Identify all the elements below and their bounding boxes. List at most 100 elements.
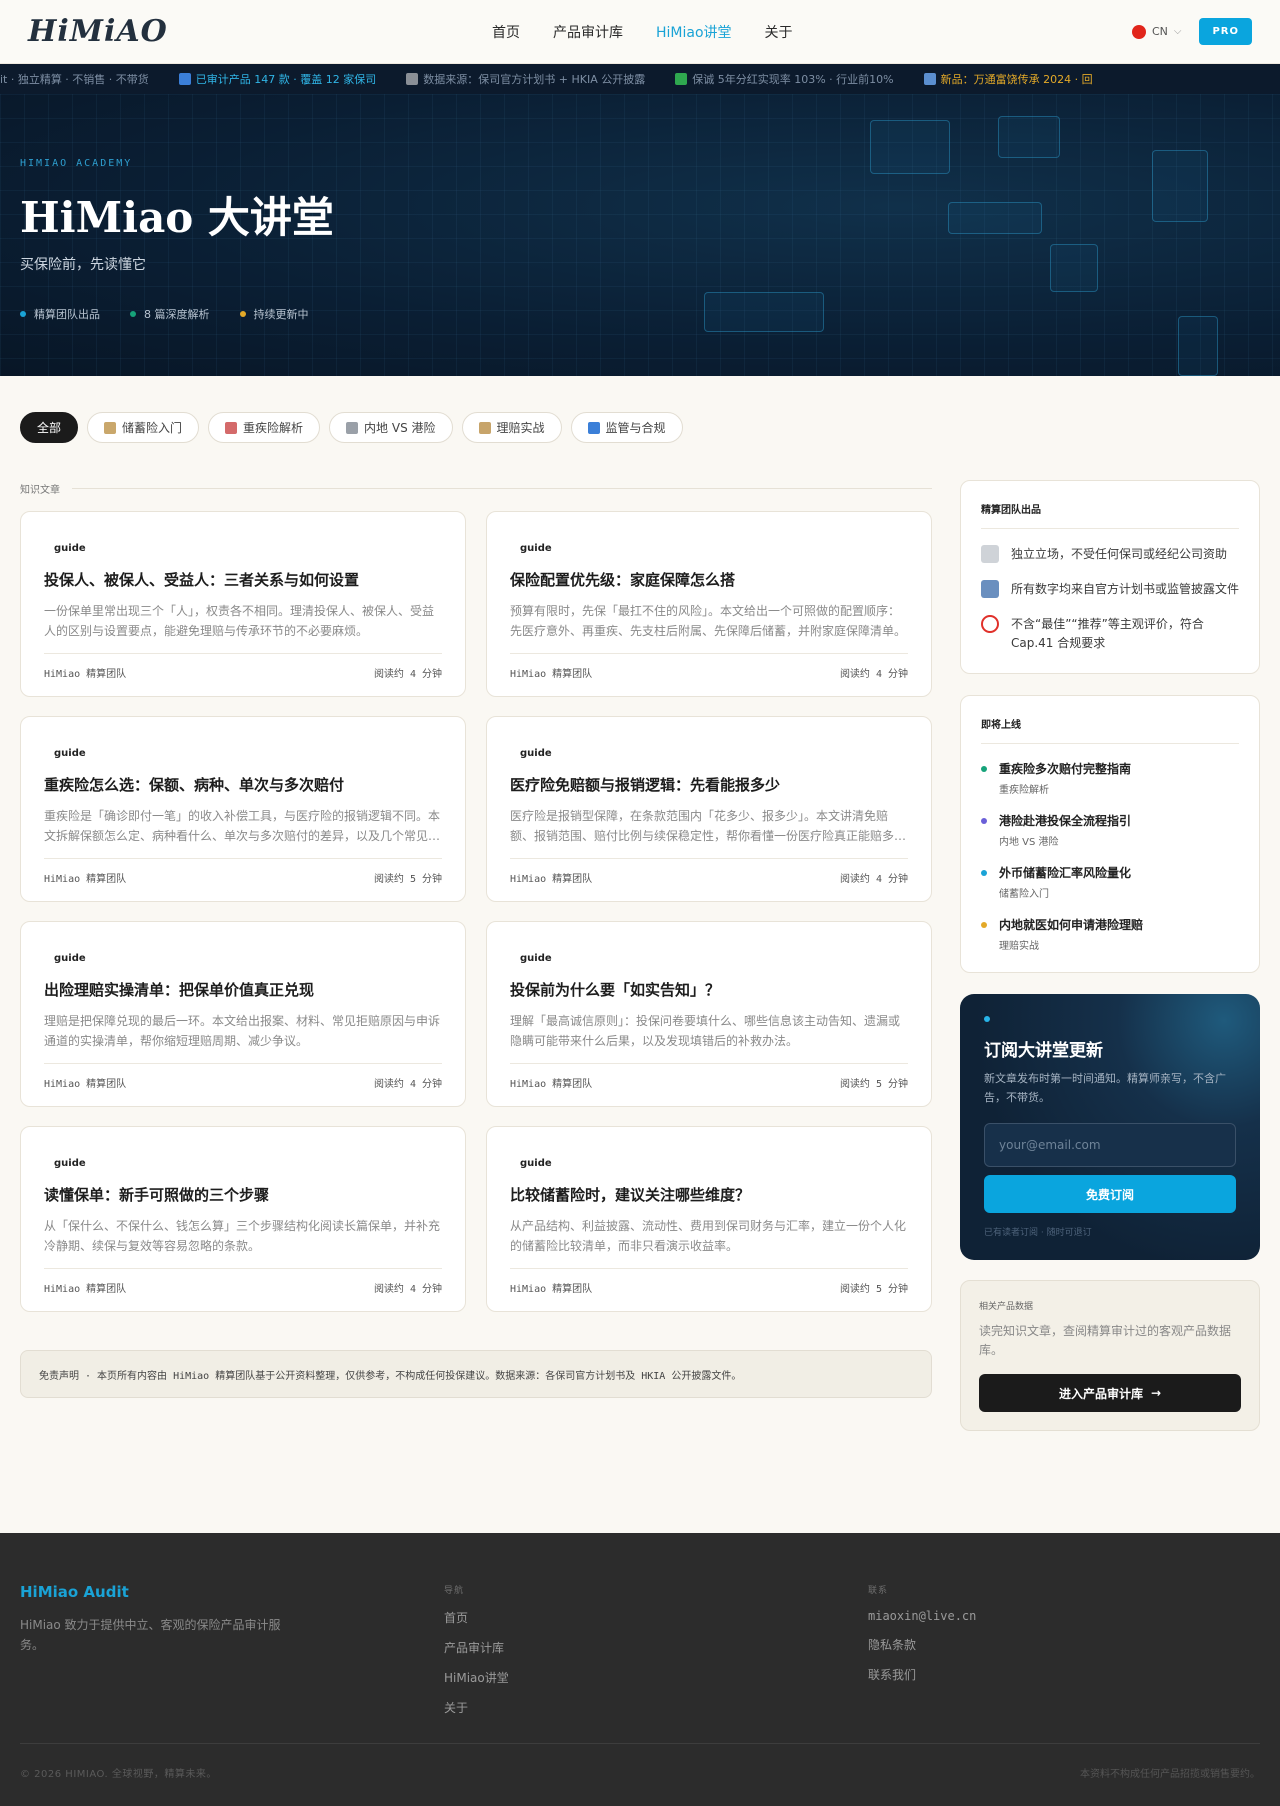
article-excerpt: 一份保单里常出现三个「人」，权责各不相同。理清投保人、被保人、受益人的区别与设置…	[44, 604, 435, 638]
article-author: HiMiao 精算团队	[510, 1284, 593, 1295]
article-title[interactable]: 投保人、被保人、受益人：三者关系与如何设置	[44, 569, 442, 590]
article-author: HiMiao 精算团队	[44, 1284, 127, 1295]
article-read-time: 阅读约 4 分钟	[839, 874, 908, 885]
copyright: © 2026 HIMIAO. 全球视野，精算未来。	[20, 1769, 217, 1780]
article-excerpt: 重疾险是「确诊即付一笔」的收入补偿工具，与医疗险的报销逻辑不同。本文拆解保额怎么…	[44, 809, 441, 843]
upcoming-title: 外币储蓄险汇率风险量化	[999, 866, 1132, 880]
benefit-text: 所有数字均来自官方计划书或监管披露文件	[1011, 582, 1240, 596]
article-author: HiMiao 精算团队	[44, 669, 127, 680]
site-logo[interactable]: HiMiAO	[28, 14, 168, 49]
chart-icon	[178, 73, 191, 85]
nav-academy[interactable]: HiMiao讲堂	[656, 22, 732, 42]
divider	[44, 1063, 442, 1064]
china-flag-icon	[1131, 24, 1146, 39]
upcoming-item[interactable]: 重疾险多次赔付完整指南 重疾险解析	[981, 760, 1239, 796]
filter-mainland-vs-hk[interactable]: 内地 VS 港险	[329, 412, 453, 443]
filter-all[interactable]: 全部	[20, 412, 79, 443]
hero-stat-label: 8 篇深度解析	[144, 308, 210, 321]
benefit-text: 独立立场，不受任何保司或经纪公司资助	[1011, 547, 1228, 561]
status-dot-icon	[130, 311, 136, 317]
category-filter: 全部 储蓄险入门 重疾险解析 内地 VS 港险 理赔实战 监管与合规	[20, 412, 683, 443]
article-author: HiMiao 精算团队	[44, 1079, 127, 1090]
hero-subtitle: 买保险前，先读懂它	[20, 257, 146, 273]
nav-right: CN ⌵ PRO	[1131, 18, 1252, 45]
article-author: HiMiao 精算团队	[510, 874, 593, 885]
footer-email-link[interactable]: miaoxin@live.cn	[868, 1609, 976, 1623]
pro-button[interactable]: PRO	[1199, 18, 1252, 45]
chart-icon	[587, 421, 600, 434]
footer-privacy-link[interactable]: 隐私条款	[868, 1636, 976, 1653]
article-meta: HiMiao 精算团队 阅读约 5 分钟	[510, 1280, 908, 1295]
article-title[interactable]: 读懂保单：新手可照做的三个步骤	[44, 1184, 442, 1205]
article-card[interactable]: guide 出险理赔实操清单：把保单价值真正兑现 理赔是把保障兑现的最后一环。本…	[20, 921, 466, 1107]
panel-title: 即将上线	[981, 716, 1239, 744]
article-card[interactable]: guide 医疗险免赔额与报销逻辑：先看能报多少 医疗险是报销型保障，在条款范围…	[486, 716, 932, 902]
hospital-icon	[225, 421, 238, 434]
footer-link-product-audit[interactable]: 产品审计库	[444, 1639, 509, 1656]
filter-label: 储蓄险入门	[122, 421, 183, 435]
lock-icon	[406, 73, 419, 85]
footer-link-academy[interactable]: HiMiao讲堂	[444, 1669, 509, 1686]
benefit-text: 不含“最佳”“推荐”等主观评价，符合 Cap.41 合规要求	[1011, 617, 1204, 650]
subscribe-button[interactable]: 免费订阅	[984, 1175, 1236, 1213]
filter-critical-illness[interactable]: 重疾险解析	[208, 412, 321, 443]
filter-regulation[interactable]: 监管与合规	[570, 412, 683, 443]
scale-icon	[346, 421, 359, 434]
upcoming-item[interactable]: 外币储蓄险汇率风险量化 储蓄险入门	[981, 864, 1239, 900]
filter-savings[interactable]: 储蓄险入门	[87, 412, 200, 443]
footer-description: HiMiao 致力于提供中立、客观的保险产品审计服务。	[20, 1618, 281, 1652]
sidebar: 精算团队出品 独立立场，不受任何保司或经纪公司资助 所有数字均来自官方计划书或监…	[960, 480, 1260, 1431]
status-dot-icon	[239, 311, 246, 317]
article-tag: guide	[520, 543, 552, 554]
article-meta: HiMiao 精算团队 阅读约 4 分钟	[44, 1075, 442, 1090]
footer-link-home[interactable]: 首页	[444, 1609, 509, 1626]
top-navbar: HiMiAO 首页 产品审计库 HiMiao讲堂 关于 CN ⌵ PRO	[0, 0, 1280, 64]
article-title[interactable]: 重疾险怎么选：保额、病种、单次与多次赔付	[44, 774, 442, 795]
subscribe-description: 新文章发布时第一时间通知。精算师亲写，不含广告，不带货。	[984, 1072, 1226, 1104]
chevron-down-icon: ⌵	[1173, 26, 1182, 37]
article-meta: HiMiao 精算团队 阅读约 4 分钟	[510, 870, 908, 885]
article-title[interactable]: 比较储蓄险时，建议关注哪些维度？	[510, 1184, 908, 1205]
decorative-box	[1050, 244, 1098, 292]
article-card[interactable]: guide 读懂保单：新手可照做的三个步骤 从「保什么、不保什么、钱怎么算」三个…	[20, 1126, 466, 1312]
article-meta: HiMiao 精算团队 阅读约 4 分钟	[44, 1280, 442, 1295]
article-card[interactable]: guide 比较储蓄险时，建议关注哪些维度？ 从产品结构、利益披露、流动性、费用…	[486, 1126, 932, 1312]
article-card[interactable]: guide 保险配置优先级：家庭保障怎么搭 预算有限时，先保「最扛不住的风险」。…	[486, 511, 932, 697]
article-card[interactable]: guide 投保人、被保人、受益人：三者关系与如何设置 一份保单里常出现三个「人…	[20, 511, 466, 697]
nav-about[interactable]: 关于	[765, 22, 793, 42]
panel-title: 精算团队出品	[981, 501, 1239, 529]
article-title[interactable]: 出险理赔实操清单：把保单价值真正兑现	[44, 979, 442, 1000]
footer-nav: 导航 首页 产品审计库 HiMiao讲堂 关于	[444, 1583, 509, 1716]
upcoming-panel: 即将上线 重疾险多次赔付完整指南 重疾险解析 港险赴港投保全流程指引 内地 VS 港…	[960, 695, 1260, 973]
article-title[interactable]: 保险配置优先级：家庭保障怎么搭	[510, 569, 908, 590]
nav-home[interactable]: 首页	[492, 22, 520, 42]
news-ticker: udit · 独立精算 · 不销售 · 不带货 已审计产品 147 款 · 覆盖…	[0, 64, 1280, 94]
email-field[interactable]: your@email.com	[984, 1123, 1236, 1167]
upcoming-item[interactable]: 内地就医如何申请港险理赔 理赔实战	[981, 916, 1239, 952]
article-title[interactable]: 医疗险免赔额与报销逻辑：先看能报多少	[510, 774, 908, 795]
upcoming-item[interactable]: 港险赴港投保全流程指引 内地 VS 港险	[981, 812, 1239, 848]
language-switcher[interactable]: CN ⌵	[1131, 24, 1182, 39]
article-meta: HiMiao 精算团队 阅读约 4 分钟	[510, 665, 908, 680]
hero-banner: HIMIAO ACADEMY HiMiao 大讲堂 买保险前，先读懂它 精算团队…	[0, 94, 1280, 376]
new-icon	[923, 73, 936, 85]
footer-contact-link[interactable]: 联系我们	[868, 1666, 976, 1683]
article-read-time: 阅读约 5 分钟	[839, 1284, 908, 1295]
article-title[interactable]: 投保前为什么要「如实告知」？	[510, 979, 908, 1000]
footer-brand[interactable]: HiMiao Audit	[20, 1583, 129, 1601]
nav-product-audit[interactable]: 产品审计库	[553, 22, 623, 42]
footer-link-about[interactable]: 关于	[444, 1699, 509, 1716]
article-read-time: 阅读约 5 分钟	[839, 1079, 908, 1090]
filter-claims[interactable]: 理赔实战	[461, 412, 562, 443]
related-description: 读完知识文章，查阅精算审计过的客观产品数据库。	[979, 1324, 1232, 1357]
article-card[interactable]: guide 投保前为什么要「如实告知」？ 理解「最高诚信原则」：投保问卷要填什么…	[486, 921, 932, 1107]
subscribe-title: 订阅大讲堂更新	[984, 1041, 1103, 1061]
article-excerpt: 从产品结构、利益披露、流动性、费用到保司财务与汇率，建立一份个人化的储蓄险比较清…	[510, 1219, 907, 1253]
article-card[interactable]: guide 重疾险怎么选：保额、病种、单次与多次赔付 重疾险是「确诊即付一笔」的…	[20, 716, 466, 902]
filter-label: 全部	[37, 421, 62, 435]
divider	[44, 1268, 442, 1269]
article-author: HiMiao 精算团队	[44, 874, 127, 885]
bank-icon	[104, 421, 117, 434]
decorative-box	[998, 116, 1060, 158]
product-audit-button[interactable]: 进入产品审计库 →	[979, 1374, 1241, 1412]
